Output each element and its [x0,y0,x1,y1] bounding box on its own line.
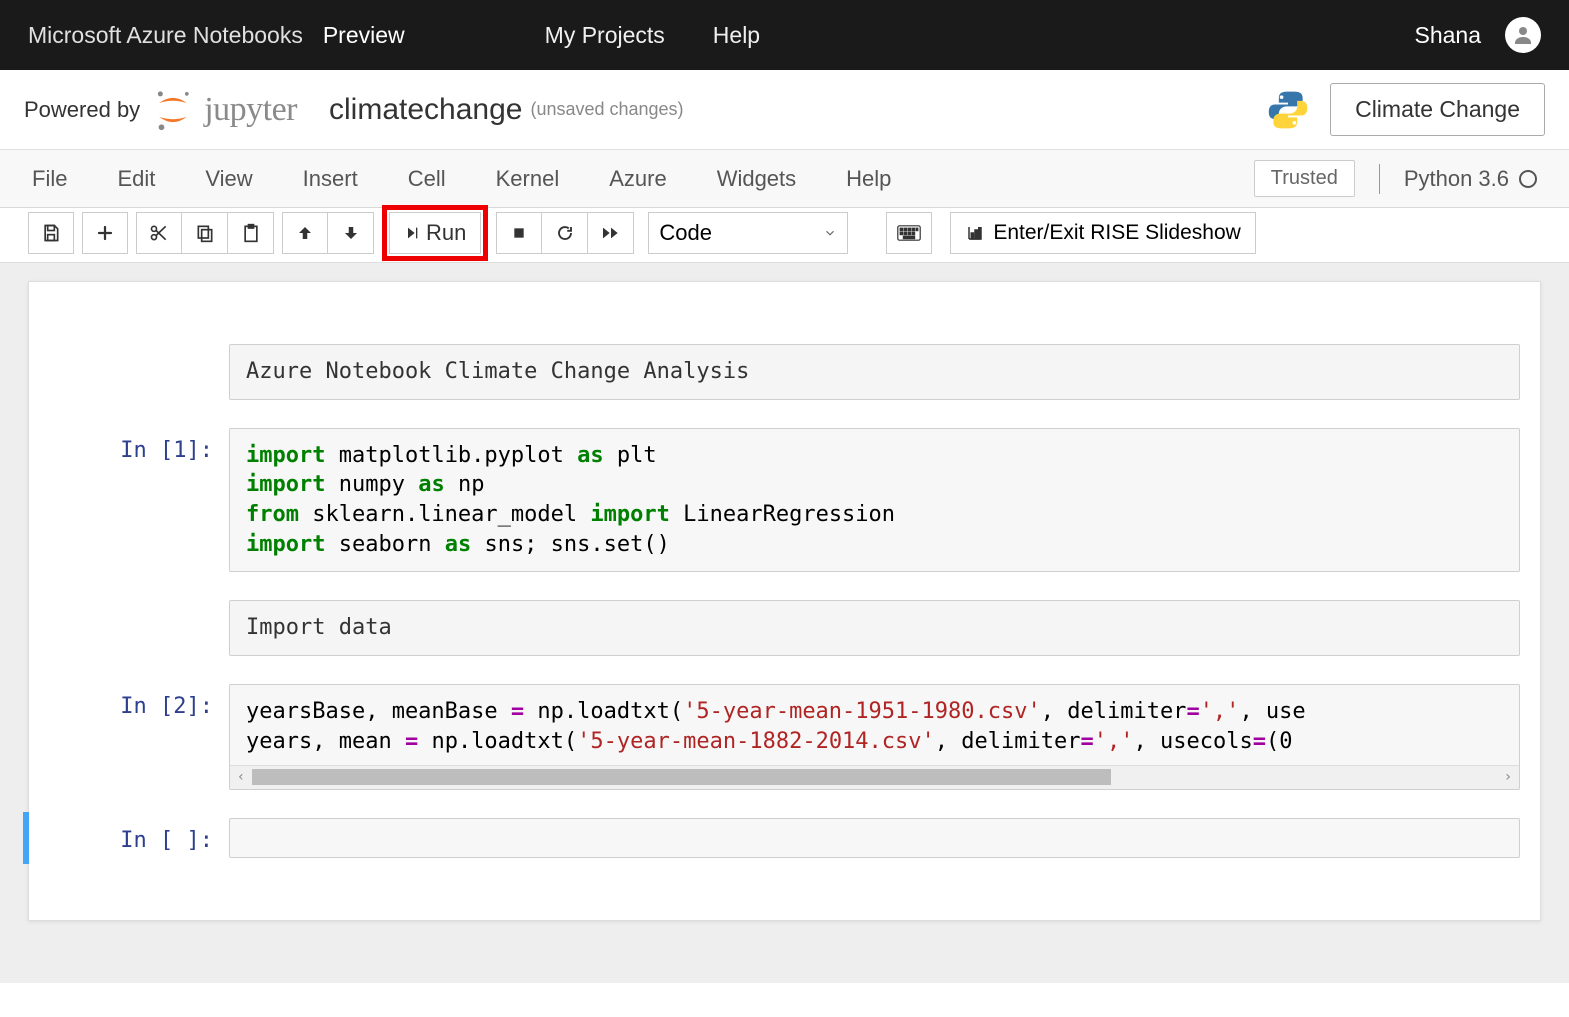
kernel-name: Python 3.6 [1404,166,1509,192]
stop-icon [511,225,527,241]
jupyter-icon [150,87,196,133]
run-icon [404,225,420,241]
menu-view[interactable]: View [205,166,252,192]
python-logo-icon [1266,88,1310,132]
notebook-header: Powered by jupyter climatechange (unsave… [0,70,1569,150]
user-name[interactable]: Shana [1414,22,1481,49]
toolbar: Run Code Enter/Exit RISE Slideshow [0,208,1569,263]
menu-help[interactable]: Help [846,166,891,192]
move-up-button[interactable] [282,212,328,254]
user-avatar-icon[interactable] [1505,17,1541,53]
code-cell-body[interactable]: yearsBase, meanBase = np.loadtxt('5-year… [229,684,1520,789]
horizontal-scrollbar[interactable]: ‹› [230,765,1519,789]
arrow-up-icon [296,224,314,242]
interrupt-button[interactable] [496,212,542,254]
rise-label: Enter/Exit RISE Slideshow [993,221,1240,245]
cell-0[interactable]: Azure Notebook Climate Change Analysis [29,338,1540,406]
scissors-icon [149,223,169,243]
restart-icon [556,224,574,242]
notebook-title[interactable]: climatechange [329,93,522,127]
save-button[interactable] [28,212,74,254]
menu-widgets[interactable]: Widgets [717,166,796,192]
restart-run-all-button[interactable] [588,212,634,254]
paste-icon [241,223,261,243]
code-cell-body[interactable]: import matplotlib.pyplot as pltimport nu… [229,428,1520,573]
arrow-down-icon [342,224,360,242]
cell-2[interactable]: Import data [29,594,1540,662]
run-button-highlight: Run [382,205,488,261]
code-cell-body[interactable] [229,818,1520,858]
cell-4[interactable]: In [ ]: [23,812,1540,864]
cell-prompt: In [1]: [49,428,229,573]
cell-prompt [49,344,229,400]
jupyter-logo[interactable]: jupyter [150,87,297,133]
run-label: Run [426,220,466,246]
menu-insert[interactable]: Insert [303,166,358,192]
project-button[interactable]: Climate Change [1330,83,1545,136]
powered-by-label: Powered by [24,97,140,123]
kernel-status-icon [1519,170,1537,188]
chevron-down-icon [823,226,837,240]
raw-cell-body[interactable]: Import data [229,600,1520,656]
chart-icon [965,224,985,242]
scroll-thumb[interactable] [252,769,1111,785]
save-icon [41,223,61,243]
menu-kernel[interactable]: Kernel [496,166,560,192]
trusted-indicator[interactable]: Trusted [1254,160,1355,197]
kernel-indicator[interactable]: Python 3.6 [1404,166,1537,192]
cell-prompt [49,600,229,656]
scroll-left-icon[interactable]: ‹ [230,768,252,787]
copy-button[interactable] [182,212,228,254]
menu-azure[interactable]: Azure [609,166,666,192]
copy-icon [195,223,215,243]
keyboard-icon [897,225,921,241]
cell-type-select[interactable]: Code [648,212,848,254]
cell-type-value: Code [659,220,712,246]
cell-prompt: In [2]: [49,684,229,789]
notebook-area: Azure Notebook Climate Change AnalysisIn… [0,263,1569,983]
raw-cell-body[interactable]: Azure Notebook Climate Change Analysis [229,344,1520,400]
divider [1379,164,1380,194]
nav-help[interactable]: Help [713,22,760,49]
brand: Microsoft Azure Notebooks [28,22,303,49]
jupyter-text: jupyter [204,91,297,129]
restart-button[interactable] [542,212,588,254]
run-button[interactable]: Run [389,212,481,254]
cell-prompt: In [ ]: [49,818,229,858]
command-palette-button[interactable] [886,212,932,254]
cell-1[interactable]: In [1]:import matplotlib.pyplot as pltim… [29,422,1540,579]
menu-edit[interactable]: Edit [117,166,155,192]
azure-nav: My Projects Help [545,22,760,49]
menu-file[interactable]: File [32,166,67,192]
nav-my-projects[interactable]: My Projects [545,22,665,49]
cut-button[interactable] [136,212,182,254]
menu-cell[interactable]: Cell [408,166,446,192]
azure-top-bar: Microsoft Azure Notebooks Preview My Pro… [0,0,1569,70]
rise-slideshow-button[interactable]: Enter/Exit RISE Slideshow [950,212,1255,254]
menubar: File Edit View Insert Cell Kernel Azure … [0,150,1569,208]
paste-button[interactable] [228,212,274,254]
cell-3[interactable]: In [2]:yearsBase, meanBase = np.loadtxt(… [29,678,1540,795]
notebook-container: Azure Notebook Climate Change AnalysisIn… [28,281,1541,921]
plus-icon [96,224,114,242]
add-cell-button[interactable] [82,212,128,254]
fast-forward-icon [601,225,621,241]
move-down-button[interactable] [328,212,374,254]
scroll-right-icon[interactable]: › [1497,768,1519,787]
preview-label: Preview [323,22,405,49]
save-status: (unsaved changes) [530,99,683,120]
